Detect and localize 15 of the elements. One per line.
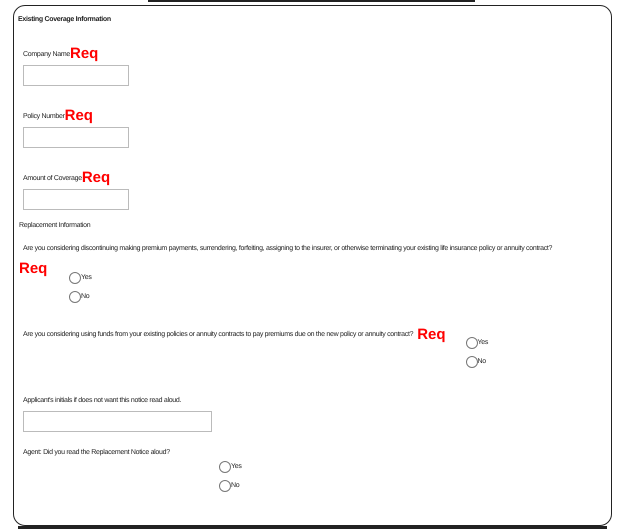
text-field[interactable] (23, 410, 212, 432)
required-marker: Req (64, 108, 93, 122)
text-field[interactable] (23, 188, 129, 210)
text-field[interactable] (23, 64, 129, 86)
radio-button[interactable] (466, 337, 478, 349)
radio-button[interactable] (69, 291, 81, 303)
text-field[interactable] (23, 126, 129, 148)
required-marker: Req (82, 170, 110, 184)
radio-button[interactable] (466, 356, 478, 368)
required-marker: Req (70, 46, 98, 60)
radio-button[interactable] (69, 272, 81, 284)
radio-button[interactable] (219, 480, 231, 492)
required-marker: Req (19, 261, 48, 279)
required-marker: Req (417, 327, 446, 342)
radio-button[interactable] (219, 461, 231, 473)
